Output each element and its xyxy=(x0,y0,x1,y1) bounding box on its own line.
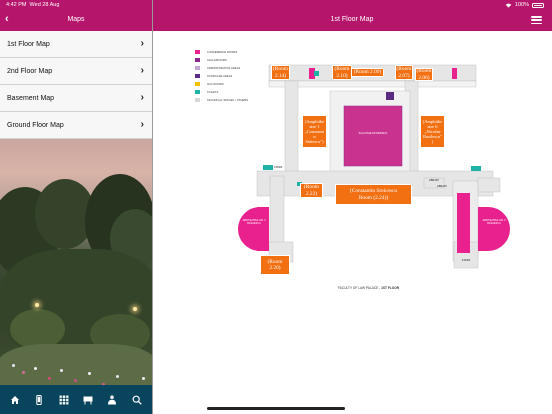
chevron-right-icon: › xyxy=(140,38,144,49)
right-amphitheatre-label: Amfiteatrul nr. 5 Basilescu xyxy=(482,219,506,225)
hamburger-menu-icon[interactable] xyxy=(531,16,542,25)
home-icon xyxy=(11,395,20,404)
stairs-label: Stairs xyxy=(461,259,471,262)
room-label-text: (Room 2.07) xyxy=(396,66,412,79)
room-label-text: (Amphithe atre 1 „Constanti n Stătescu") xyxy=(304,118,325,145)
sidebar-item-label: Ground Floor Map xyxy=(7,121,64,129)
grid-icon xyxy=(59,395,69,404)
left-amphitheatre-label: Amfiteatrul nr. 2 Basilescu xyxy=(242,219,266,225)
map-board-icon xyxy=(83,396,93,404)
room-label-2-20[interactable]: (Room 2.20) xyxy=(260,255,290,275)
search-icon xyxy=(132,395,142,405)
battery-percent: 100% xyxy=(514,2,529,8)
person-icon xyxy=(108,395,117,404)
room-label-2-24[interactable]: (Constantin Stoicescu Room (2.24)) xyxy=(335,184,412,205)
room-label-text: (Room 2.10) xyxy=(334,66,350,79)
status-date: Wed 28 Aug xyxy=(29,2,60,8)
floor-map-view[interactable]: Conference rooms Halls/rooms Administrat… xyxy=(152,31,552,414)
room-label-text: (Room 2.09) xyxy=(353,69,382,76)
room-label-2-22[interactable]: (Room 2.22) xyxy=(300,183,323,198)
sidebar: 1st Floor Map › 2nd Floor Map › Basement… xyxy=(0,31,152,414)
library-right-label: Library xyxy=(436,185,448,188)
sidebar-item-label: 1st Floor Map xyxy=(7,40,50,48)
room-label-amphitheatre-1[interactable]: (Amphithe atre 1 „Constanti n Stătescu") xyxy=(302,115,327,148)
sidebar-item-2nd-floor[interactable]: 2nd Floor Map › xyxy=(0,58,152,85)
tab-home[interactable] xyxy=(8,393,22,407)
app-screen: 4:42 PM Wed 28 Aug 100% ‹ Maps 1st Floor… xyxy=(0,0,552,414)
stairs-top-left-label: Stairs xyxy=(273,166,283,169)
room-label-text: (Constantin Stoicescu Room (2.24)) xyxy=(349,188,398,201)
page-title: 1st Floor Map xyxy=(330,16,374,23)
chevron-right-icon: › xyxy=(140,92,144,103)
home-indicator[interactable] xyxy=(207,407,345,410)
room-label-2-07[interactable]: (Room 2.07) xyxy=(395,65,413,80)
room-label-2-14[interactable]: (Room 2.14) xyxy=(271,65,290,80)
tab-grid[interactable] xyxy=(57,393,71,407)
chevron-right-icon: › xyxy=(140,119,144,130)
status-time-date: 4:42 PM Wed 28 Aug xyxy=(6,2,59,8)
status-time: 4:42 PM xyxy=(6,2,27,8)
room-label-2-09[interactable]: (Room 2.09) xyxy=(351,68,384,77)
wifi-icon xyxy=(505,3,512,8)
room-label-text: (Room 2.06) xyxy=(416,68,432,81)
sidebar-item-ground-floor[interactable]: Ground Floor Map › xyxy=(0,112,152,139)
sidebar-item-basement[interactable]: Basement Map › xyxy=(0,85,152,112)
map-caption: FACULTY OF LAW PALACE - 1ST FLOOR xyxy=(338,286,399,290)
sidebar-title: Maps xyxy=(67,16,85,23)
split-divider xyxy=(152,0,153,414)
room-label-text: (Amphithe atre 6 „Nicolae Basilescu" ) xyxy=(422,118,443,145)
map-caption-prefix: FACULTY OF LAW PALACE - xyxy=(338,286,382,290)
bottom-tab-bar xyxy=(0,385,152,414)
right-amphitheatre xyxy=(478,207,510,251)
navigation-header: 4:42 PM Wed 28 Aug 100% ‹ Maps 1st Floor… xyxy=(0,0,552,31)
central-hall-label: Sala Paşilor Pierduţi xyxy=(358,132,388,135)
central-hall xyxy=(343,105,403,167)
status-right: 100% xyxy=(505,2,544,8)
room-label-2-10[interactable]: (Room 2.10) xyxy=(332,65,352,80)
tab-search[interactable] xyxy=(130,393,144,407)
tab-phone[interactable] xyxy=(32,393,46,407)
tab-map[interactable] xyxy=(81,393,95,407)
battery-icon xyxy=(532,2,544,8)
garden-background-image xyxy=(0,139,152,414)
tab-person[interactable] xyxy=(105,393,119,407)
chevron-right-icon: › xyxy=(140,65,144,76)
sidebar-item-1st-floor[interactable]: 1st Floor Map › xyxy=(0,31,152,58)
library-left-label: Library xyxy=(428,179,440,182)
room-label-text: (Room 2.14) xyxy=(273,66,288,79)
phone-icon xyxy=(36,394,43,405)
room-label-2-06[interactable]: (Room 2.06) xyxy=(415,68,433,81)
room-label-amphitheatre-6[interactable]: (Amphithe atre 6 „Nicolae Basilescu" ) xyxy=(420,115,445,148)
sidebar-item-label: Basement Map xyxy=(7,94,55,102)
room-label-text: (Room 2.20) xyxy=(267,258,283,271)
map-caption-floor: 1ST FLOOR xyxy=(381,286,399,290)
room-label-text: (Room 2.22) xyxy=(304,184,319,197)
sidebar-item-label: 2nd Floor Map xyxy=(7,67,53,75)
